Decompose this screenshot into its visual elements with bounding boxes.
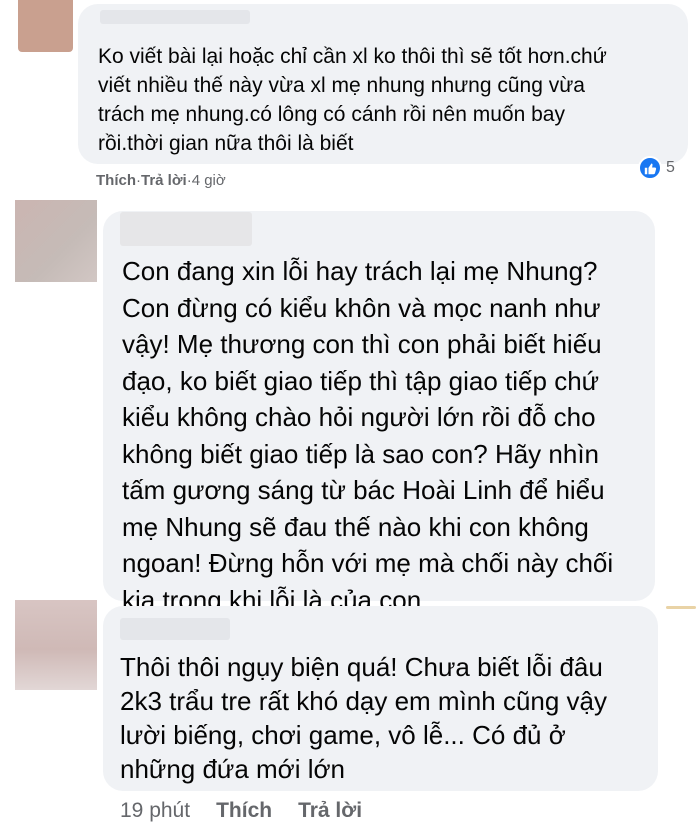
like-button[interactable]: Thích bbox=[216, 799, 272, 823]
commenter-name-blurred[interactable] bbox=[100, 10, 250, 24]
like-button[interactable]: Thích bbox=[96, 172, 136, 189]
comment-actions: Thích · Trả lời · 4 giờ bbox=[96, 172, 226, 189]
comment-timestamp[interactable]: 19 phút bbox=[120, 799, 190, 823]
comment-text: Ko viết bài lại hoặc chỉ cần xl ko thôi … bbox=[98, 45, 607, 155]
reply-button[interactable]: Trả lời bbox=[298, 799, 362, 823]
edge-mark bbox=[666, 606, 696, 609]
comment-text: Con đang xin lỗi hay trách lại mẹ Nhung?… bbox=[122, 256, 614, 615]
commenter-name-blurred[interactable] bbox=[120, 212, 252, 246]
comment-actions: 19 phút Thích Trả lời bbox=[120, 799, 388, 823]
reply-button[interactable]: Trả lời bbox=[141, 172, 187, 189]
comment-text: Thôi thôi ngụy biện quá! Chưa biết lỗi đ… bbox=[120, 652, 608, 784]
comment-timestamp[interactable]: 4 giờ bbox=[192, 172, 226, 189]
avatar[interactable] bbox=[15, 600, 97, 690]
avatar[interactable] bbox=[18, 0, 73, 52]
reaction-summary[interactable]: 5 bbox=[638, 155, 675, 181]
reaction-count: 5 bbox=[666, 159, 675, 176]
like-icon bbox=[638, 156, 662, 180]
avatar[interactable] bbox=[15, 200, 97, 282]
commenter-name-blurred[interactable] bbox=[120, 618, 230, 640]
